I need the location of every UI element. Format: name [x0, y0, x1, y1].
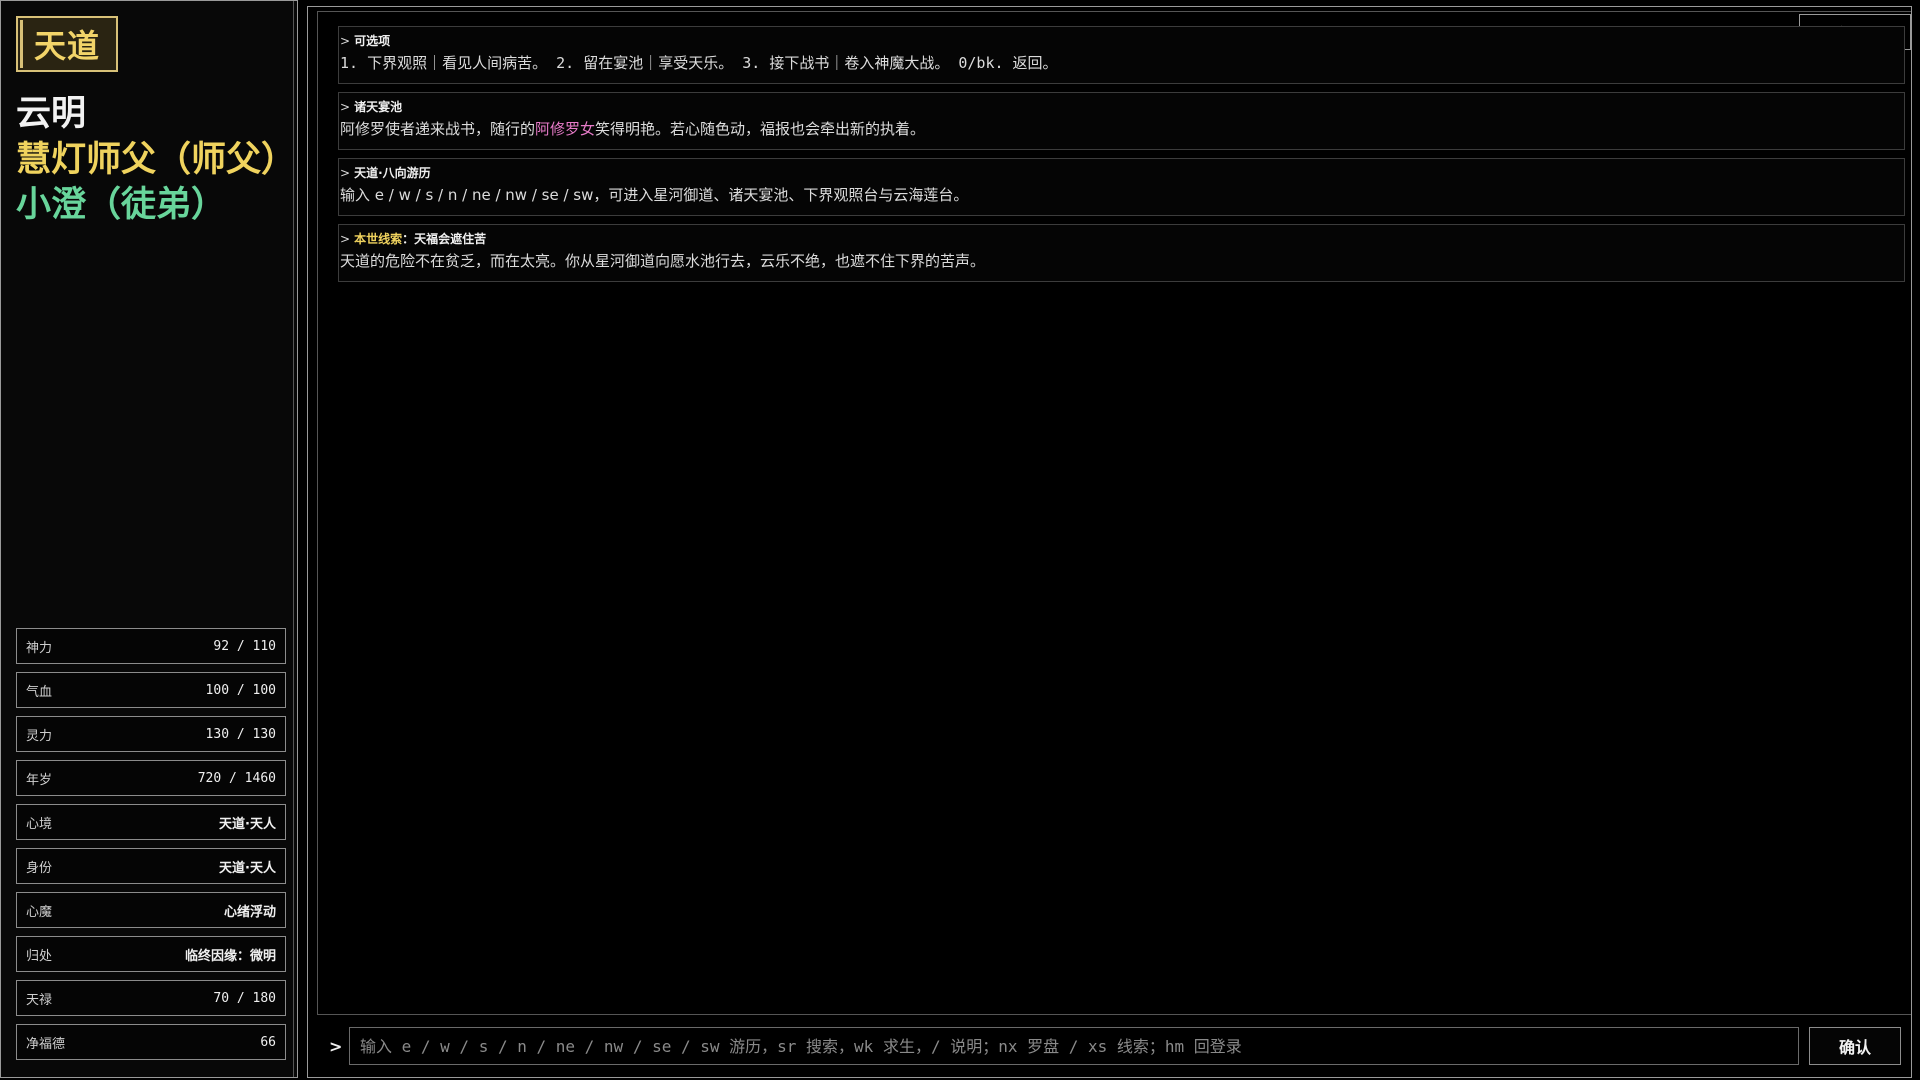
log-block-title: > 可选项: [340, 31, 1903, 51]
stat-row-inner-demon: 心魔 心绪浮动: [16, 892, 286, 928]
stat-value: 92 / 110: [213, 638, 276, 654]
stat-value: 心绪浮动: [223, 904, 276, 920]
stat-label: 身份: [26, 860, 53, 876]
realm-badge: 天道: [16, 16, 118, 72]
log-block-text: 天道的危险不在贫乏，而在太亮。你从星河御道向愿水池行去，云乐不绝，也遮不住下界的…: [340, 252, 986, 270]
stat-label: 气血: [26, 684, 53, 700]
stat-row-age: 年岁 720 / 1460: [16, 760, 286, 796]
stat-row-spirit: 灵力 130 / 130: [16, 716, 286, 752]
log-block-title: > 诸天宴池: [340, 97, 1903, 117]
player-name: 云明: [16, 94, 87, 134]
log-block-clue: > 本世线索：天福会遮住苦 天道的危险不在贫乏，而在太亮。你从星河御道向愿水池行去…: [338, 224, 1905, 282]
stat-row-mind-state: 心境 天道·天人: [16, 804, 286, 840]
log-block-travel: > 天道·八向游历 输入 e / w / s / n / ne / nw / se…: [338, 158, 1905, 216]
caret-icon: >: [340, 232, 351, 246]
message-log: > 可选项 1. 下界观照｜看见人间病苦。 2. 留在宴池｜享受天乐。 3. 接下…: [338, 26, 1905, 290]
confirm-button[interactable]: 确认: [1809, 1027, 1901, 1065]
log-block-title: > 本世线索：天福会遮住苦: [340, 229, 1903, 249]
log-text-segment: 笑得明艳。若心随色动，福报也会牵出新的执着。: [595, 120, 926, 138]
stat-row-destination: 归处 临终因缘：微明: [16, 936, 286, 972]
stat-row-heavenly-fortune: 天禄 70 / 180: [16, 980, 286, 1016]
caret-icon: >: [340, 100, 351, 114]
stat-row-identity: 身份 天道·天人: [16, 848, 286, 884]
stat-value: 66: [260, 1034, 276, 1050]
log-block-options: > 可选项 1. 下界观照｜看见人间病苦。 2. 留在宴池｜享受天乐。 3. 接下…: [338, 26, 1905, 84]
stat-label: 归处: [26, 948, 53, 964]
stat-label: 神力: [26, 640, 53, 656]
stat-value: 天道·天人: [219, 860, 276, 876]
stat-value: 天道·天人: [219, 816, 276, 832]
log-block-text: 输入 e / w / s / n / ne / nw / se / sw，可进入…: [340, 186, 969, 204]
stat-value: 70 / 180: [213, 990, 276, 1006]
log-block-text: 1. 下界观照｜看见人间病苦。 2. 留在宴池｜享受天乐。 3. 接下战书｜卷入…: [340, 54, 1058, 72]
disciple-name: 小澄（徒弟）: [16, 185, 227, 225]
stat-value: 130 / 130: [205, 726, 276, 742]
log-block-banquet: > 诸天宴池 阿修罗使者递来战书，随行的阿修罗女笑得明艳。若心随色动，福报也会牵出…: [338, 92, 1905, 150]
log-block-title-text: 诸天宴池: [354, 100, 403, 114]
stat-value: 100 / 100: [205, 682, 276, 698]
main-panel: 设置 >可选项 1. 下界观照｜看见人间病苦。 2. 留在宴池｜享受天乐。 3.…: [307, 6, 1912, 1078]
stat-row-net-merit: 净福德 66: [16, 1024, 286, 1060]
stat-row-health: 气血 100 / 100: [16, 672, 286, 708]
clue-label: 本世线索: [354, 232, 403, 246]
stat-label: 心魔: [26, 904, 53, 920]
stat-label: 心境: [26, 816, 53, 832]
stat-value: 720 / 1460: [197, 770, 276, 786]
log-area[interactable]: 设置 >可选项 1. 下界观照｜看见人间病苦。 2. 留在宴池｜享受天乐。 3.…: [317, 11, 1911, 1015]
caret-icon: >: [340, 166, 351, 180]
stat-row-divine-power: 神力 92 / 110: [16, 628, 286, 664]
stat-value: 临终因缘：微明: [184, 948, 276, 964]
log-block-title: > 天道·八向游历: [340, 163, 1903, 183]
log-block-title-text: ：天福会遮住苦: [402, 232, 487, 246]
stat-label: 净福德: [26, 1036, 66, 1052]
stat-label: 天禄: [26, 992, 53, 1008]
log-text-segment: 阿修罗使者递来战书，随行的: [340, 120, 536, 138]
log-block-title-text: 可选项: [354, 34, 391, 48]
stat-label: 灵力: [26, 728, 53, 744]
command-input[interactable]: [349, 1027, 1799, 1065]
prompt-caret: >: [329, 1037, 343, 1056]
caret-icon: >: [340, 34, 351, 48]
character-sidebar: 天道 云明 慧灯师父（师父） 小澄（徒弟） 神力 92 / 110 气血 100…: [0, 0, 298, 1078]
master-name: 慧灯师父（师父）: [16, 140, 297, 180]
stats-panel: 神力 92 / 110 气血 100 / 100 灵力 130 / 130 年岁…: [16, 628, 286, 1068]
stat-label: 年岁: [26, 772, 53, 788]
command-bar: > 确认: [317, 1017, 1911, 1077]
npc-name-highlight[interactable]: 阿修罗女: [535, 120, 595, 138]
log-block-text: 阿修罗使者递来战书，随行的阿修罗女笑得明艳。若心随色动，福报也会牵出新的执着。: [340, 117, 1903, 141]
log-block-title-text: 天道·八向游历: [354, 166, 431, 180]
